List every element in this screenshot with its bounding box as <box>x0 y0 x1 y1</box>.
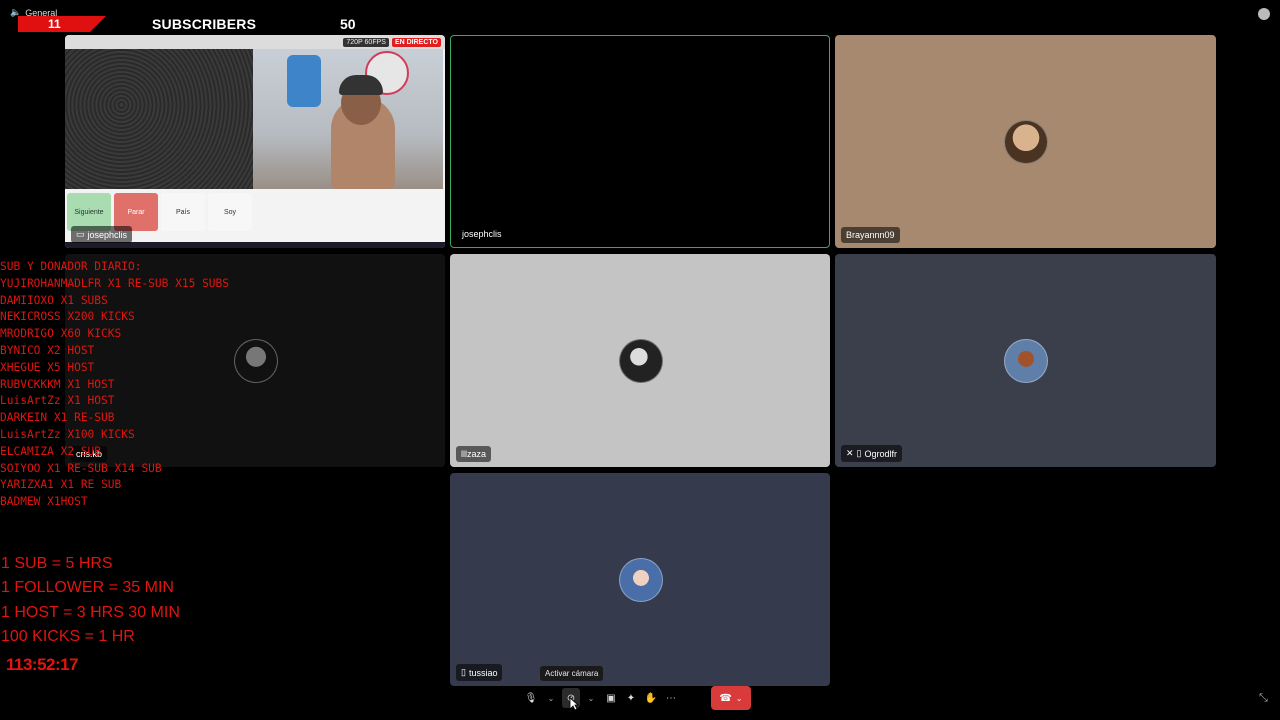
avatar <box>619 339 663 383</box>
avatar <box>1004 339 1048 383</box>
subathon-timer: 113:52:17 <box>6 655 79 674</box>
rule-line: 100 KICKS = 1 HR <box>1 627 135 645</box>
participant-tile[interactable]: josephclis <box>450 35 830 248</box>
donor-line: MRODRIGO X60 KICKS <box>0 327 122 341</box>
nameplate: Brayannn09 <box>841 227 900 243</box>
donor-line: BYNICO X2 HOST <box>0 343 95 357</box>
count-badge: 11 <box>18 16 106 32</box>
donor-line: LuisArtZz X1 HOST <box>0 394 115 408</box>
avatar <box>1004 120 1048 164</box>
nameplate: lllzaza <box>456 446 492 462</box>
donor-line: YUJIROHANMADLFR X1 RE-SUB X15 SUBS <box>0 276 230 290</box>
chat-icon[interactable] <box>1258 8 1270 20</box>
donor-overlay: SUB Y DONADOR DIARIO: YUJIROHANMADLFR X1… <box>0 259 229 511</box>
donor-line: NEKICROSS X200 KICKS <box>0 310 135 324</box>
participant-tile[interactable]: lllzaza <box>450 254 830 467</box>
subscribers-label: SUBSCRIBERS <box>152 16 257 32</box>
bag-shape <box>287 55 321 107</box>
screen-share-icon[interactable]: ▣ <box>602 688 620 708</box>
participant-tile[interactable]: Brayannn09 <box>835 35 1216 248</box>
chevron-down-icon[interactable]: ⌄ <box>582 688 600 708</box>
static-video <box>65 49 253 189</box>
participant-name: lllzaza <box>461 449 487 459</box>
mobile-icon: ▯ <box>856 448 862 458</box>
donor-line: BADMEW X1HOST <box>0 495 88 509</box>
hangup-icon: ☎ <box>719 692 732 704</box>
stream-tile-josephclis[interactable]: 720P 60FPS EN DIRECTO Siguiente Parar Pa… <box>65 35 445 248</box>
person-cap <box>339 75 383 95</box>
mobile-icon: ▯ <box>461 667 466 677</box>
hangup-button[interactable]: ☎ ⌄ <box>711 686 751 710</box>
microphone-icon[interactable]: 🎙 <box>522 688 540 708</box>
avatar <box>234 339 278 383</box>
nameplate: josephclis <box>457 226 507 242</box>
badge-count: 11 <box>48 17 61 31</box>
nameplate: ✕ ▯ Ogrodlfr <box>841 445 903 462</box>
donor-line: XHEGUE X5 HOST <box>0 360 95 374</box>
live-badge: EN DIRECTO <box>391 38 441 47</box>
subscribers-count: 50 <box>340 16 356 32</box>
donor-line: LuisArtZz X100 KICKS <box>0 427 135 441</box>
more-icon[interactable]: ⋯ <box>662 688 680 708</box>
participant-name: josephclis <box>462 229 502 239</box>
camera-tooltip: Activar cámara <box>540 666 604 681</box>
donor-line: DARKEIN X1 RE-SUB <box>0 411 115 425</box>
donor-line: SOIYOO X1 RE-SUB X14 SUB <box>0 461 162 475</box>
nameplate: ▯ tussiao <box>456 664 503 681</box>
activities-icon[interactable]: ✦ <box>622 688 640 708</box>
donor-line: DAMIIOXO X1 SUBS <box>0 293 108 307</box>
nameplate: ▭ josephclis <box>71 226 133 243</box>
participant-name: Ogrodlfr <box>864 448 898 459</box>
webcam-feed <box>253 49 443 189</box>
mouse-cursor <box>569 697 579 711</box>
rule-line: 1 SUB = 5 HRS <box>1 555 113 572</box>
muted-icon: ✕ <box>846 448 854 458</box>
hand-raise-icon[interactable]: ✋ <box>642 688 660 708</box>
avatar <box>619 558 663 602</box>
donor-line: ELCAMIZA X2 SUB <box>0 444 102 458</box>
call-controls: 🎙 ⌄ ⊘ ⌄ ▣ ✦ ✋ ⋯ <box>522 688 680 708</box>
participant-name: josephclis <box>87 229 128 240</box>
rule-line: 1 FOLLOWER = 35 MIN <box>1 579 174 597</box>
subathon-rules: 1 SUB = 5 HRS 1 FOLLOWER = 35 MIN 1 HOST… <box>1 552 180 649</box>
rule-line: 1 HOST = 3 HRS 30 MIN <box>1 603 180 621</box>
donor-line: RUBVCKKKM X1 HOST <box>0 377 115 391</box>
live-badges: 720P 60FPS EN DIRECTO <box>343 38 441 47</box>
country-button[interactable]: País <box>161 193 205 231</box>
participant-name: Brayannn09 <box>846 230 895 240</box>
participant-tile[interactable]: ▯ tussiao <box>450 473 830 686</box>
quality-badge: 720P 60FPS <box>343 38 389 47</box>
donor-line: SUB Y DONADOR DIARIO: <box>0 260 142 273</box>
donor-line: YARIZXA1 X1 RE SUB <box>0 478 122 492</box>
fullscreen-icon[interactable]: ⤡ <box>1259 692 1268 705</box>
screen-share-icon: ▭ <box>76 229 85 239</box>
participant-tile[interactable]: ✕ ▯ Ogrodlfr <box>835 254 1216 467</box>
chevron-down-icon[interactable]: ⌄ <box>542 688 560 708</box>
gender-button[interactable]: Soy <box>208 193 252 231</box>
chevron-down-icon[interactable]: ⌄ <box>736 694 743 703</box>
participant-name: tussiao <box>468 667 498 678</box>
